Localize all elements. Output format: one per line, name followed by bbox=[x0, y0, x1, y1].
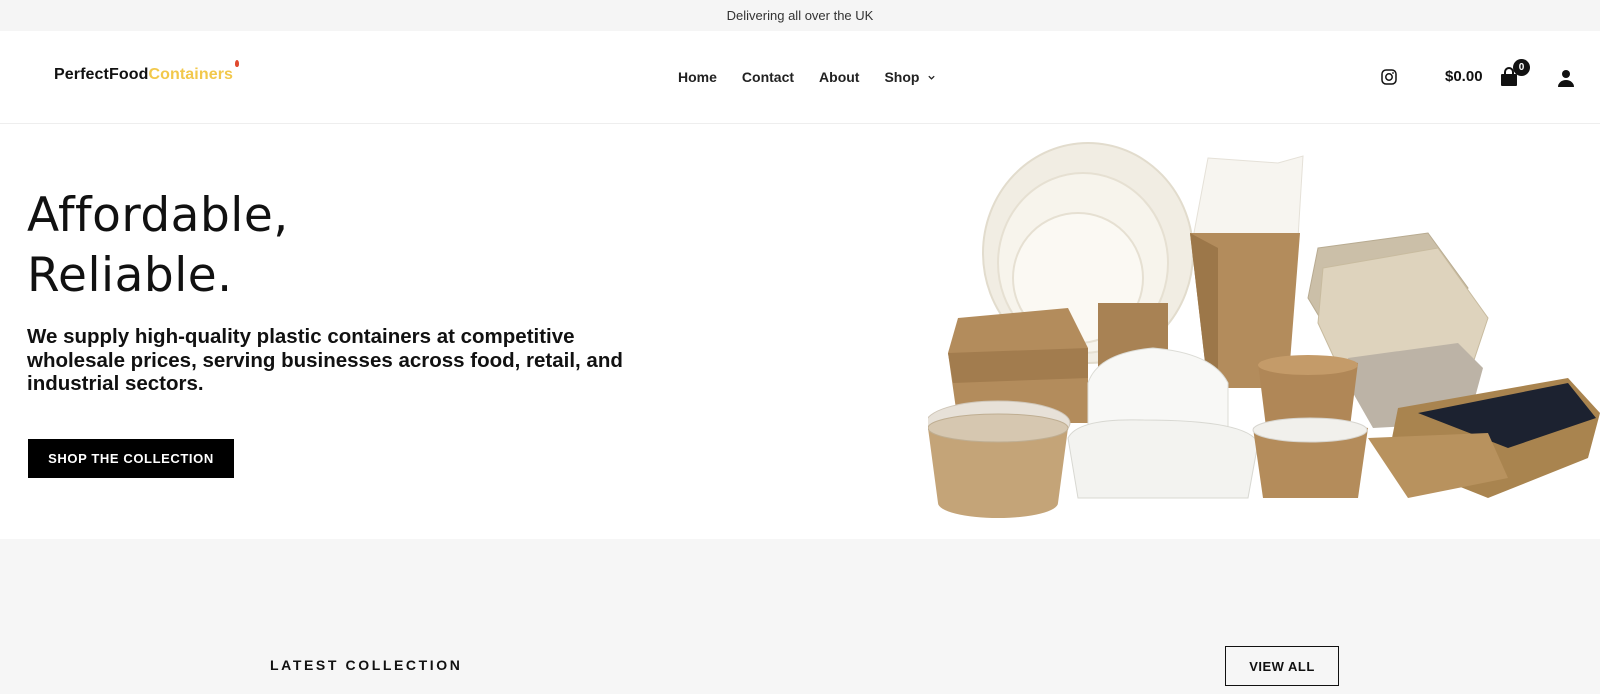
chevron-down-icon bbox=[928, 75, 936, 80]
main-nav: Home Contact About Shop bbox=[678, 69, 936, 85]
latest-collection-section: LATEST COLLECTION VIEW ALL bbox=[0, 539, 1600, 694]
instagram-icon[interactable] bbox=[1381, 69, 1397, 85]
latest-collection-title: LATEST COLLECTION bbox=[270, 657, 463, 673]
announcement-bar: Delivering all over the UK bbox=[0, 0, 1600, 31]
site-header: PerfectFoodContainers Home Contact About… bbox=[0, 31, 1600, 124]
nav-shop-label: Shop bbox=[884, 69, 920, 85]
hero-title-line2: Reliable. bbox=[27, 248, 233, 303]
view-all-button[interactable]: VIEW ALL bbox=[1225, 646, 1339, 686]
shop-collection-button[interactable]: SHOP THE COLLECTION bbox=[28, 439, 234, 478]
site-logo[interactable]: PerfectFoodContainers bbox=[54, 60, 240, 84]
cart-count-badge: 0 bbox=[1513, 59, 1530, 76]
user-icon[interactable] bbox=[1557, 69, 1575, 87]
hero-title: Affordable, Reliable. bbox=[27, 186, 289, 306]
nav-contact-label: Contact bbox=[741, 69, 795, 85]
nav-contact[interactable]: Contact bbox=[742, 69, 794, 85]
announcement-text: Delivering all over the UK bbox=[726, 8, 874, 23]
nav-about[interactable]: About bbox=[819, 69, 859, 85]
food-containers-image bbox=[928, 142, 1600, 518]
logo-flame-icon bbox=[235, 60, 240, 67]
nav-home[interactable]: Home bbox=[678, 69, 717, 85]
hero-title-line1: Affordable, bbox=[27, 188, 289, 243]
cart-total[interactable]: $0.00 bbox=[1445, 68, 1483, 85]
logo-text-accent: Containers bbox=[148, 66, 234, 83]
nav-home-label: Home bbox=[678, 69, 717, 85]
hero-subtitle: We supply high-quality plastic container… bbox=[27, 325, 623, 395]
hero-section: Affordable, Reliable. We supply high-qua… bbox=[0, 124, 1600, 539]
nav-about-label: About bbox=[819, 69, 860, 85]
nav-shop[interactable]: Shop bbox=[884, 69, 936, 85]
logo-text-primary: PerfectFood bbox=[54, 66, 149, 83]
